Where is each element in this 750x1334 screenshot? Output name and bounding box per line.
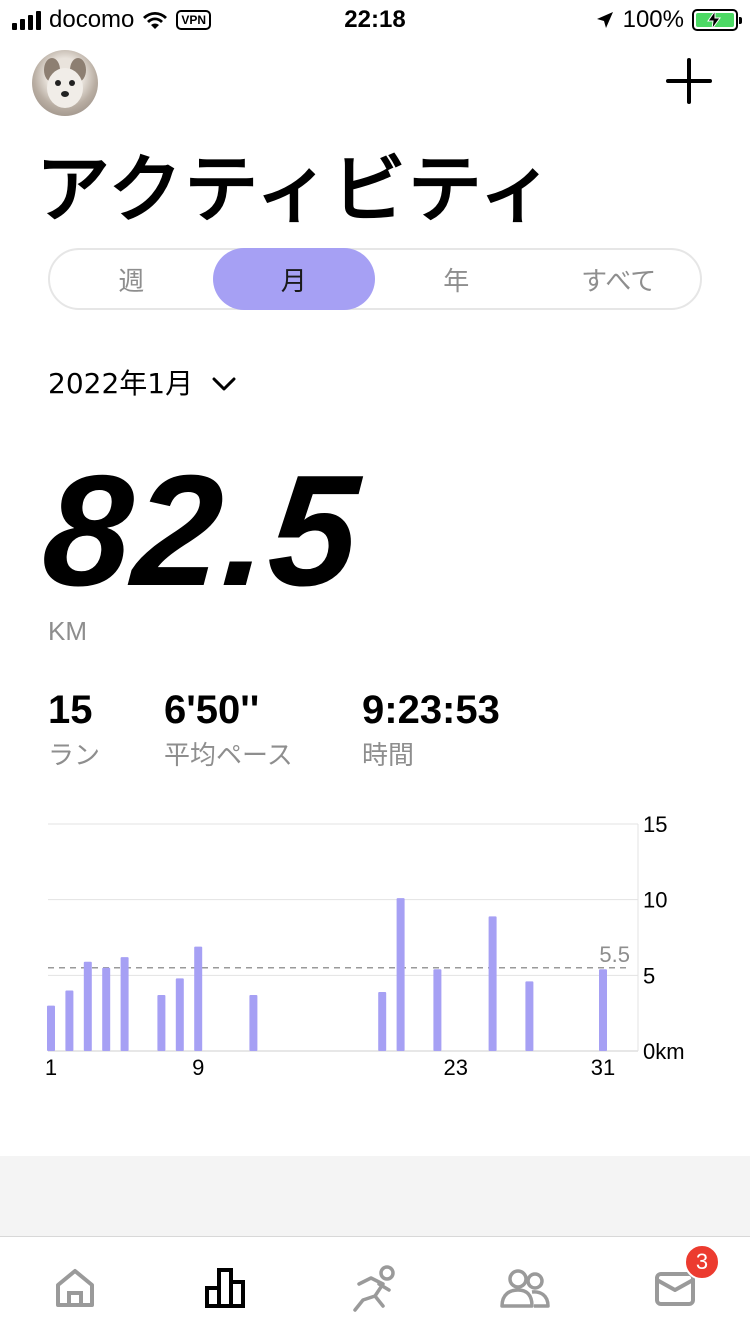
community-icon bbox=[500, 1269, 550, 1308]
chart-bar bbox=[120, 957, 129, 1051]
wifi-icon bbox=[143, 12, 168, 29]
tab-year[interactable]: 年 bbox=[375, 250, 538, 308]
chart-bar bbox=[525, 981, 534, 1051]
tab-month[interactable]: 月 bbox=[212, 248, 375, 310]
vpn-badge: VPN bbox=[176, 10, 212, 30]
stat-label: 時間 bbox=[362, 741, 415, 771]
stat-avg-pace: 6'50'' 平均ペース bbox=[164, 688, 293, 772]
chart-bar bbox=[102, 967, 111, 1051]
status-right: 100% bbox=[595, 6, 742, 34]
tab-home[interactable] bbox=[45, 1263, 105, 1313]
run-icon bbox=[353, 1265, 395, 1312]
y-tick-label: 5 bbox=[643, 963, 655, 988]
x-tick-label: 31 bbox=[591, 1055, 615, 1080]
tab-bar bbox=[0, 1236, 750, 1334]
tab-all[interactable]: すべて bbox=[538, 250, 701, 308]
chart-bar bbox=[175, 978, 184, 1051]
y-tick-label: 0km bbox=[643, 1039, 685, 1064]
chart-bar bbox=[378, 991, 387, 1051]
tab-run[interactable] bbox=[345, 1263, 405, 1313]
stat-value: 9:23:53 bbox=[362, 688, 500, 732]
chart-bar bbox=[65, 990, 74, 1051]
avatar[interactable] bbox=[32, 50, 98, 116]
chevron-down-icon bbox=[212, 377, 236, 391]
distance-bar-chart: 15 10 5 0km 5.5 1 9 23 31 bbox=[45, 812, 685, 1080]
chart-bar bbox=[433, 969, 442, 1051]
page-title: アクティビティ bbox=[36, 147, 556, 233]
average-label: 5.5 bbox=[599, 942, 630, 967]
status-bar: docomo VPN 22:18 100% bbox=[0, 0, 750, 40]
notification-badge: 3 bbox=[684, 1244, 720, 1280]
home-icon bbox=[56, 1269, 94, 1307]
stat-label: ラン bbox=[48, 741, 101, 771]
tab-community[interactable] bbox=[495, 1263, 555, 1313]
month-selector[interactable]: 2022年1月 bbox=[48, 362, 237, 402]
add-button[interactable] bbox=[662, 54, 716, 108]
stat-runs: 15 ラン bbox=[48, 688, 100, 772]
chart-bar bbox=[396, 898, 405, 1051]
signal-icon bbox=[12, 10, 41, 30]
chart-bar bbox=[249, 995, 258, 1051]
carrier-name: docomo bbox=[49, 6, 135, 33]
tab-week[interactable]: 週 bbox=[50, 250, 213, 308]
location-arrow-icon bbox=[596, 12, 613, 28]
stat-value: 15 bbox=[48, 688, 93, 732]
charging-bolt-icon bbox=[707, 11, 721, 29]
stat-time: 9:23:53 時間 bbox=[362, 688, 500, 772]
x-tick-label: 9 bbox=[192, 1055, 204, 1080]
status-left: docomo VPN bbox=[12, 6, 212, 34]
chart-bar bbox=[83, 961, 92, 1051]
chart-bar bbox=[157, 995, 166, 1051]
section-divider bbox=[0, 1156, 750, 1236]
tab-activity[interactable] bbox=[195, 1263, 255, 1313]
activity-icon bbox=[205, 1268, 245, 1308]
period-segmented-control: 週 月 年 すべて bbox=[48, 248, 702, 310]
chart-bar bbox=[599, 969, 607, 1051]
chart-bar bbox=[47, 1005, 55, 1051]
dog-avatar-image bbox=[44, 58, 86, 108]
x-tick-label: 23 bbox=[444, 1055, 468, 1080]
battery-percent: 100% bbox=[622, 6, 684, 33]
y-tick-label: 10 bbox=[643, 888, 667, 913]
y-tick-label: 15 bbox=[643, 812, 667, 837]
month-label: 2022年1月 bbox=[48, 367, 194, 400]
total-distance: 82.5 bbox=[37, 443, 366, 619]
stat-value: 6'50'' bbox=[164, 688, 260, 732]
chart-bar bbox=[194, 946, 203, 1051]
x-tick-label: 1 bbox=[45, 1055, 57, 1080]
chart-bar bbox=[488, 916, 497, 1051]
stat-label: 平均ペース bbox=[164, 741, 293, 771]
distance-unit: KM bbox=[48, 616, 87, 646]
battery-icon bbox=[692, 9, 742, 31]
